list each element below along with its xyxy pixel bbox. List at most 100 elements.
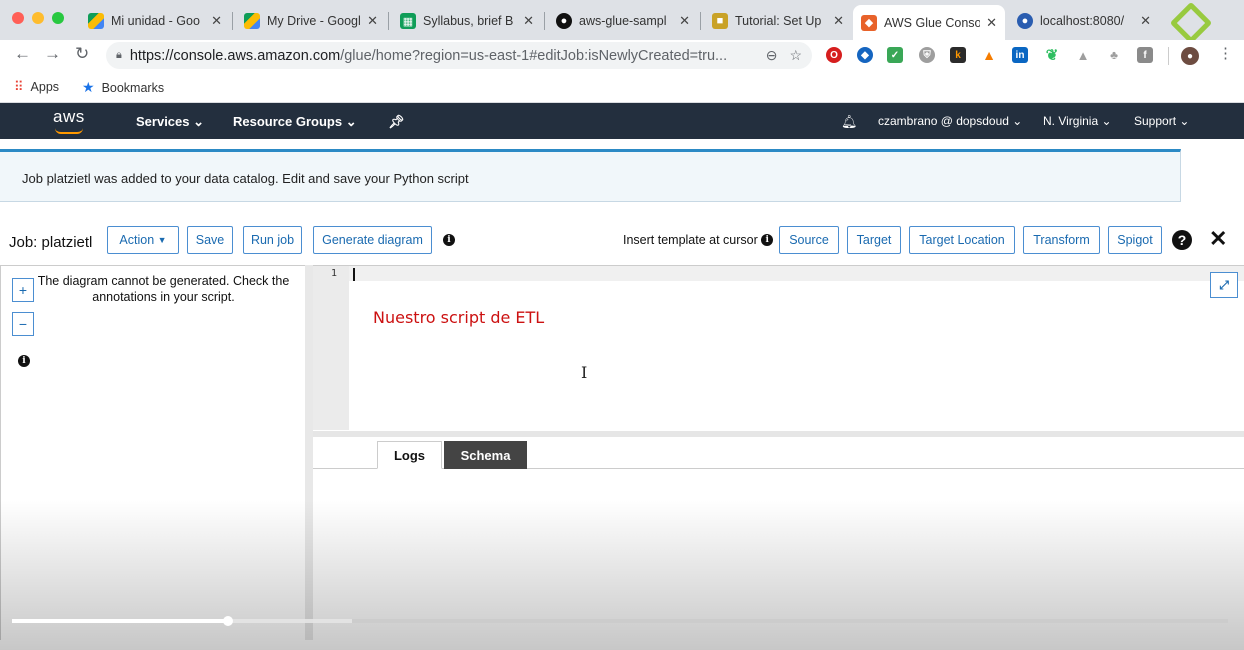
shield-extension-icon[interactable]: ⛨ bbox=[919, 47, 935, 63]
help-icon[interactable]: ? bbox=[1172, 230, 1192, 250]
zoom-out-button[interactable]: − bbox=[12, 312, 34, 336]
window-maximize-button[interactable] bbox=[52, 12, 64, 24]
zoom-icon[interactable]: ⊖ bbox=[766, 47, 778, 64]
close-icon[interactable]: ✕ bbox=[523, 13, 534, 29]
template-target-button[interactable]: Target bbox=[847, 226, 901, 254]
github-icon: ● bbox=[556, 13, 572, 29]
blue-extension-icon[interactable]: ◆ bbox=[857, 47, 873, 63]
browser-tab[interactable]: ■ Tutorial: Set Up ✕ bbox=[704, 6, 852, 36]
chevron-down-icon: ⌄ bbox=[1179, 114, 1190, 128]
google-drive-icon bbox=[244, 13, 260, 29]
editor-gutter: 1 bbox=[313, 266, 349, 430]
support-menu[interactable]: Support ⌄ bbox=[1134, 114, 1189, 128]
services-menu[interactable]: Services ⌄ bbox=[136, 114, 204, 130]
google-drive-icon bbox=[88, 13, 104, 29]
bookmarks-bar: ⠿ Apps ★ Bookmarks bbox=[0, 71, 1244, 103]
line-number: 1 bbox=[331, 268, 338, 279]
info-icon[interactable]: i bbox=[443, 234, 455, 246]
job-toolbar: Job: platzietl Action ▼ Save Run job Gen… bbox=[0, 222, 1244, 262]
bookmark-star-icon[interactable]: ☆ bbox=[789, 47, 802, 64]
mouse-ibeam-cursor: I bbox=[581, 363, 588, 382]
reload-icon[interactable]: ↻ bbox=[75, 44, 89, 64]
browser-tab-strip: Mi unidad - Goo ✕ My Drive - Googl ✕ ▦ S… bbox=[0, 0, 1244, 45]
zeppelin-icon: ● bbox=[1017, 13, 1033, 29]
k-extension-icon[interactable]: k bbox=[950, 47, 966, 63]
browser-tab-active[interactable]: ◆ AWS Glue Conso ✕ bbox=[853, 5, 1005, 40]
browser-tab[interactable]: Mi unidad - Goo ✕ bbox=[80, 6, 230, 36]
account-menu[interactable]: czambrano @ dopsdoud ⌄ bbox=[878, 114, 1022, 128]
forward-arrow-icon[interactable]: → bbox=[44, 44, 61, 64]
aws-logo-smile bbox=[55, 128, 83, 134]
chevron-down-icon: ⌄ bbox=[1101, 114, 1112, 128]
bell-icon[interactable]: 🔔︎ bbox=[841, 114, 858, 130]
browser-toolbar: ← → ↻ 🔒︎ https://console.aws.amazon.com/… bbox=[0, 40, 1244, 71]
drive-extension-icon[interactable]: ▲ bbox=[1075, 47, 1091, 63]
run-job-button[interactable]: Run job bbox=[243, 226, 302, 254]
google-sheets-icon: ▦ bbox=[400, 13, 416, 29]
tab-separator bbox=[388, 12, 389, 30]
template-spigot-button[interactable]: Spigot bbox=[1108, 226, 1162, 254]
notification-banner: Job platzietl was added to your data cat… bbox=[0, 149, 1181, 202]
address-bar[interactable]: 🔒︎ https://console.aws.amazon.com/glue/h… bbox=[106, 42, 812, 69]
orange-triangle-extension-icon[interactable]: ▲ bbox=[981, 47, 997, 63]
close-icon[interactable]: ✕ bbox=[1209, 226, 1227, 252]
aws-glue-icon: ◆ bbox=[861, 14, 877, 31]
template-source-button[interactable]: Source bbox=[779, 226, 839, 254]
star-icon: ★ bbox=[82, 79, 95, 95]
browser-tab[interactable]: ▦ Syllabus, brief B ✕ bbox=[392, 6, 542, 36]
menu-dots-icon[interactable]: ⋮ bbox=[1218, 44, 1233, 62]
aws-console-nav: aws Services ⌄ Resource Groups ⌄ 📌︎ 🔔︎ c… bbox=[0, 103, 1244, 139]
expand-editor-button[interactable]: ⤢ bbox=[1210, 272, 1238, 298]
chevron-down-icon: ⌄ bbox=[193, 114, 205, 129]
template-target-location-button[interactable]: Target Location bbox=[909, 226, 1015, 254]
bookmark-bookmarks[interactable]: ★ Bookmarks bbox=[82, 79, 164, 96]
close-icon[interactable]: ✕ bbox=[211, 13, 222, 29]
script-editor[interactable]: 1 I ⤢ bbox=[313, 265, 1244, 431]
toolbar-separator bbox=[1168, 47, 1169, 65]
linkedin-extension-icon[interactable]: in bbox=[1012, 47, 1028, 63]
tree-extension-icon[interactable]: ♣ bbox=[1106, 47, 1122, 63]
info-icon[interactable]: i bbox=[18, 355, 30, 367]
browser-tab[interactable]: ● localhost:8080/ ✕ bbox=[1009, 6, 1159, 36]
video-played-bar bbox=[12, 619, 229, 623]
diagram-error-message: The diagram cannot be generated. Check t… bbox=[37, 274, 290, 304]
tab-logs[interactable]: Logs bbox=[377, 441, 442, 469]
tab-separator bbox=[700, 12, 701, 30]
lock-icon: 🔒︎ bbox=[116, 49, 122, 61]
green-extension-icon[interactable]: ✓ bbox=[887, 47, 903, 63]
close-icon[interactable]: ✕ bbox=[1140, 13, 1151, 29]
facebook-extension-icon[interactable]: f bbox=[1137, 47, 1153, 63]
tab-schema[interactable]: Schema bbox=[444, 441, 527, 469]
action-button[interactable]: Action ▼ bbox=[107, 226, 179, 254]
close-icon[interactable]: ✕ bbox=[367, 13, 378, 29]
close-icon[interactable]: ✕ bbox=[833, 13, 844, 29]
output-panel: Logs Schema bbox=[313, 437, 1244, 640]
aws-logo[interactable]: aws bbox=[53, 107, 85, 127]
browser-tab[interactable]: My Drive - Googl ✕ bbox=[236, 6, 386, 36]
diagram-pane: + − i The diagram cannot be generated. C… bbox=[0, 265, 313, 640]
pane-resize-handle[interactable] bbox=[305, 265, 313, 640]
template-transform-button[interactable]: Transform bbox=[1023, 226, 1100, 254]
tab-separator bbox=[232, 12, 233, 30]
resource-groups-menu[interactable]: Resource Groups ⌄ bbox=[233, 114, 357, 130]
close-icon[interactable]: ✕ bbox=[986, 15, 997, 31]
back-arrow-icon[interactable]: ← bbox=[14, 44, 31, 64]
pin-icon[interactable]: 📌︎ bbox=[388, 114, 405, 130]
chevron-down-icon: ⌄ bbox=[345, 114, 357, 129]
url-text: https://console.aws.amazon.com/glue/home… bbox=[129, 47, 728, 64]
window-close-button[interactable] bbox=[12, 12, 24, 24]
opera-extension-icon[interactable]: O bbox=[826, 47, 842, 63]
info-icon[interactable]: i bbox=[761, 234, 774, 246]
profile-avatar[interactable]: ● bbox=[1181, 47, 1199, 65]
region-menu[interactable]: N. Virginia ⌄ bbox=[1043, 114, 1112, 128]
bookmark-apps[interactable]: ⠿ Apps bbox=[14, 79, 59, 95]
window-minimize-button[interactable] bbox=[32, 12, 44, 24]
browser-tab[interactable]: ● aws-glue-sampl ✕ bbox=[548, 6, 698, 36]
chevron-down-icon: ⌄ bbox=[1012, 114, 1023, 128]
notification-text: Job platzietl was added to your data cat… bbox=[22, 171, 469, 186]
apps-grid-icon: ⠿ bbox=[14, 79, 24, 94]
generate-diagram-button[interactable]: Generate diagram bbox=[313, 226, 432, 254]
close-icon[interactable]: ✕ bbox=[679, 13, 690, 29]
save-button[interactable]: Save bbox=[187, 226, 233, 254]
evernote-extension-icon[interactable]: ❦ bbox=[1044, 47, 1060, 64]
